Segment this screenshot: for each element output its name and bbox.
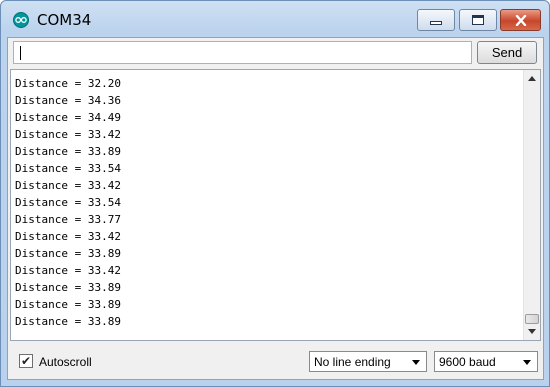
serial-monitor-body: Send Distance = 32.20 Distance = 34.36 Dis… bbox=[7, 37, 544, 380]
scroll-thumb[interactable] bbox=[525, 314, 539, 324]
text-caret bbox=[20, 46, 21, 60]
autoscroll-checkbox[interactable]: ✔ bbox=[19, 354, 33, 368]
output-line: Distance = 33.89 bbox=[15, 281, 121, 294]
title-bar[interactable]: COM34 bbox=[1, 1, 549, 37]
output-line: Distance = 33.89 bbox=[15, 145, 121, 158]
output-line: Distance = 32.20 bbox=[15, 77, 121, 90]
autoscroll-label[interactable]: Autoscroll bbox=[39, 355, 92, 369]
baud-rate-select[interactable]: 9600 baud bbox=[434, 351, 538, 372]
maximize-button[interactable] bbox=[459, 9, 497, 31]
output-lines: Distance = 32.20 Distance = 34.36 Distance… bbox=[15, 75, 121, 330]
serial-output[interactable]: Distance = 32.20 Distance = 34.36 Distance… bbox=[10, 69, 541, 341]
scroll-down-icon[interactable] bbox=[528, 329, 536, 334]
arduino-logo-icon bbox=[13, 12, 29, 28]
minimize-button[interactable] bbox=[417, 9, 455, 31]
output-line: Distance = 33.89 bbox=[15, 315, 121, 328]
output-line: Distance = 33.54 bbox=[15, 162, 121, 175]
close-icon bbox=[515, 14, 526, 26]
serial-input[interactable] bbox=[13, 41, 472, 64]
chevron-down-icon bbox=[412, 360, 420, 365]
maximize-icon bbox=[472, 15, 484, 25]
baud-rate-value: 9600 baud bbox=[439, 355, 496, 369]
vertical-scrollbar[interactable] bbox=[523, 70, 540, 340]
output-line: Distance = 33.42 bbox=[15, 179, 121, 192]
minimize-icon bbox=[430, 21, 442, 25]
chevron-down-icon bbox=[523, 360, 531, 365]
checkmark-icon: ✔ bbox=[20, 354, 32, 368]
close-button[interactable] bbox=[500, 9, 541, 31]
send-button[interactable]: Send bbox=[477, 41, 537, 64]
output-line: Distance = 33.89 bbox=[15, 298, 121, 311]
footer-bar: ✔ Autoscroll No line ending 9600 baud bbox=[8, 346, 543, 376]
output-line: Distance = 33.42 bbox=[15, 128, 121, 141]
serial-monitor-window: COM34 Send Distance = 32.20 Distance = 34… bbox=[0, 0, 550, 387]
scroll-up-icon[interactable] bbox=[528, 76, 536, 81]
output-line: Distance = 33.77 bbox=[15, 213, 121, 226]
output-line: Distance = 33.54 bbox=[15, 196, 121, 209]
output-line: Distance = 33.42 bbox=[15, 264, 121, 277]
output-line: Distance = 33.42 bbox=[15, 230, 121, 243]
output-line: Distance = 34.36 bbox=[15, 94, 121, 107]
line-ending-value: No line ending bbox=[314, 355, 391, 369]
output-line: Distance = 34.49 bbox=[15, 111, 121, 124]
line-ending-select[interactable]: No line ending bbox=[309, 351, 427, 372]
output-line: Distance = 33.89 bbox=[15, 247, 121, 260]
window-title: COM34 bbox=[37, 11, 92, 29]
